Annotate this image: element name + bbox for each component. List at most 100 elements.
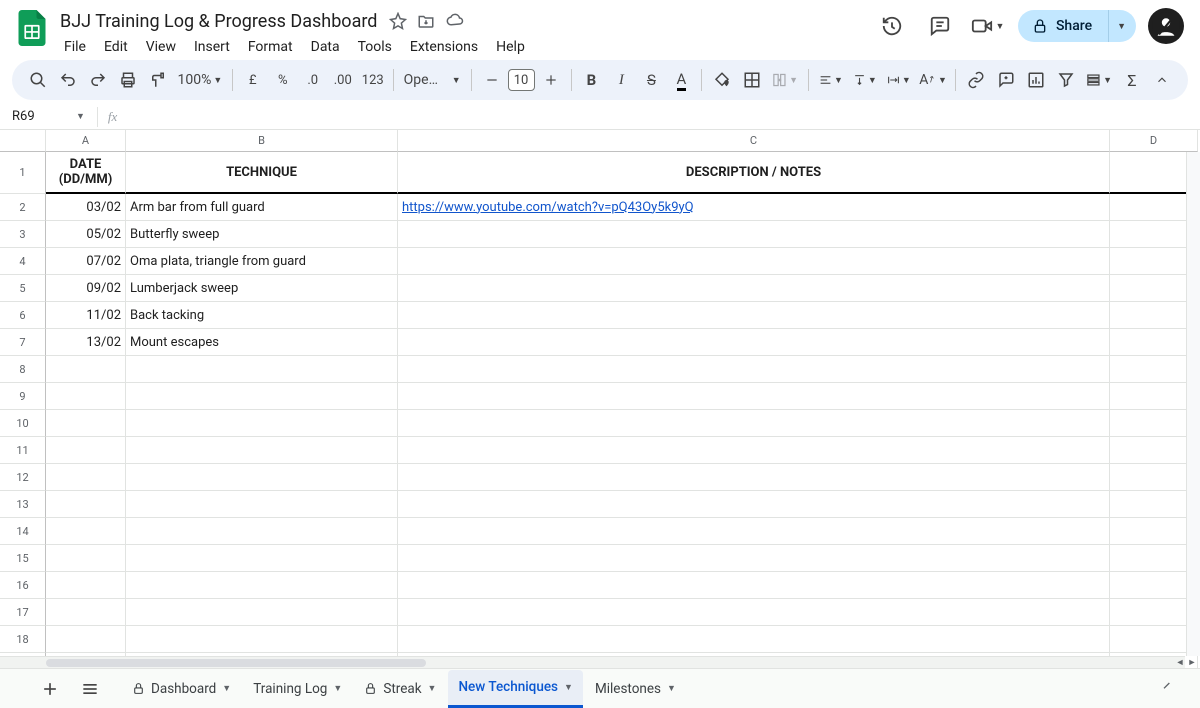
cell-C9[interactable] [398, 383, 1110, 410]
horizontal-scrollbar[interactable] [0, 656, 1185, 668]
row-header[interactable]: 14 [0, 518, 46, 545]
cell-A8[interactable] [46, 356, 126, 383]
currency-button[interactable]: £ [239, 66, 267, 94]
cell-D16[interactable] [1110, 572, 1198, 599]
cell-D10[interactable] [1110, 410, 1198, 437]
paint-format-button[interactable] [144, 66, 172, 94]
row-header[interactable]: 6 [0, 302, 46, 329]
cell-D6[interactable] [1110, 302, 1198, 329]
number-format-button[interactable]: 123 [359, 66, 387, 94]
cell-A5[interactable]: 09/02 [46, 275, 126, 302]
cell-A16[interactable] [46, 572, 126, 599]
cell-B1[interactable]: TECHNIQUE [126, 152, 398, 194]
row-header[interactable]: 18 [0, 626, 46, 653]
doc-title[interactable]: BJJ Training Log & Progress Dashboard [56, 9, 381, 34]
col-header-D[interactable]: D [1110, 130, 1198, 152]
decrease-decimal-button[interactable]: .0 [299, 66, 327, 94]
row-header[interactable]: 8 [0, 356, 46, 383]
cell-B16[interactable] [126, 572, 398, 599]
borders-button[interactable] [738, 66, 766, 94]
formula-bar[interactable] [123, 104, 1200, 129]
cell-B3[interactable]: Butterfly sweep [126, 221, 398, 248]
menu-tools[interactable]: Tools [350, 37, 400, 57]
cell-C1[interactable]: DESCRIPTION / NOTES [398, 152, 1110, 194]
cell-D2[interactable] [1110, 194, 1198, 221]
menu-file[interactable]: File [56, 37, 94, 57]
name-box-dropdown[interactable]: ▼ [68, 111, 93, 122]
fill-color-button[interactable] [708, 66, 736, 94]
move-icon[interactable] [417, 12, 435, 30]
row-header[interactable]: 9 [0, 383, 46, 410]
row-header[interactable]: 4 [0, 248, 46, 275]
explore-button[interactable] [1160, 679, 1176, 699]
increase-decimal-button[interactable]: .00 [329, 66, 357, 94]
cell-A12[interactable] [46, 464, 126, 491]
cell-C8[interactable] [398, 356, 1110, 383]
cell-B8[interactable] [126, 356, 398, 383]
chevron-down-icon[interactable]: ▼ [564, 682, 573, 693]
collapse-toolbar-button[interactable] [1148, 66, 1176, 94]
chevron-down-icon[interactable]: ▼ [428, 683, 437, 694]
cell-D13[interactable] [1110, 491, 1198, 518]
cell-C2[interactable]: https://www.youtube.com/watch?v=pQ43Oy5k… [398, 194, 1110, 221]
cell-A17[interactable] [46, 599, 126, 626]
percent-button[interactable]: % [269, 66, 297, 94]
col-header-B[interactable]: B [126, 130, 398, 152]
cell-A2[interactable]: 03/02 [46, 194, 126, 221]
share-button[interactable]: Share [1018, 10, 1108, 42]
cell-D1[interactable] [1110, 152, 1198, 194]
cell-B9[interactable] [126, 383, 398, 410]
cell-C4[interactable] [398, 248, 1110, 275]
menu-data[interactable]: Data [303, 37, 348, 57]
star-icon[interactable] [389, 12, 407, 30]
sheet-tab-training-log[interactable]: Training Log▼ [243, 670, 352, 708]
vertical-scrollbar[interactable] [1186, 152, 1200, 656]
row-header[interactable]: 3 [0, 221, 46, 248]
cell-A9[interactable] [46, 383, 126, 410]
cell-A13[interactable] [46, 491, 126, 518]
text-color-button[interactable]: A [667, 66, 695, 94]
rotate-button[interactable]: A↗ ▼ [917, 66, 950, 94]
chevron-down-icon[interactable]: ▼ [222, 683, 231, 694]
cell-B12[interactable] [126, 464, 398, 491]
cell-B10[interactable] [126, 410, 398, 437]
sheet-tab-milestones[interactable]: Milestones▼ [585, 670, 686, 708]
cell-C10[interactable] [398, 410, 1110, 437]
sheet-tab-streak[interactable]: Streak▼ [354, 670, 446, 708]
filter-button[interactable] [1052, 66, 1080, 94]
row-header[interactable]: 16 [0, 572, 46, 599]
cell-C6[interactable] [398, 302, 1110, 329]
cell-C17[interactable] [398, 599, 1110, 626]
functions-button[interactable]: Σ [1118, 66, 1146, 94]
h-align-button[interactable]: ▼ [815, 66, 847, 94]
comment-button[interactable] [992, 66, 1020, 94]
cell-A4[interactable]: 07/02 [46, 248, 126, 275]
spreadsheet-grid[interactable]: A B C D 1DATE (DD/MM)TECHNIQUEDESCRIPTIO… [0, 130, 1200, 668]
cell-A6[interactable]: 11/02 [46, 302, 126, 329]
cell-C5[interactable] [398, 275, 1110, 302]
row-header[interactable]: 1 [0, 152, 46, 194]
cell-C13[interactable] [398, 491, 1110, 518]
select-all-corner[interactable] [0, 130, 46, 152]
sheets-logo[interactable] [12, 8, 52, 48]
cell-C12[interactable] [398, 464, 1110, 491]
cell-D18[interactable] [1110, 626, 1198, 653]
row-header[interactable]: 12 [0, 464, 46, 491]
cell-A15[interactable] [46, 545, 126, 572]
comments-icon[interactable] [922, 8, 958, 44]
cell-D9[interactable] [1110, 383, 1198, 410]
cell-B15[interactable] [126, 545, 398, 572]
menu-edit[interactable]: Edit [96, 37, 136, 57]
strikethrough-button[interactable]: S [637, 66, 665, 94]
search-menus-button[interactable] [24, 66, 52, 94]
cell-D3[interactable] [1110, 221, 1198, 248]
cell-A1[interactable]: DATE (DD/MM) [46, 152, 126, 194]
row-header[interactable]: 11 [0, 437, 46, 464]
row-header[interactable]: 15 [0, 545, 46, 572]
bold-button[interactable]: B [577, 66, 605, 94]
font-size-input[interactable]: 10 [508, 69, 535, 91]
wrap-button[interactable]: ▼ [883, 66, 915, 94]
cell-B14[interactable] [126, 518, 398, 545]
insert-chart-button[interactable] [1022, 66, 1050, 94]
cell-B4[interactable]: Oma plata, triangle from guard [126, 248, 398, 275]
